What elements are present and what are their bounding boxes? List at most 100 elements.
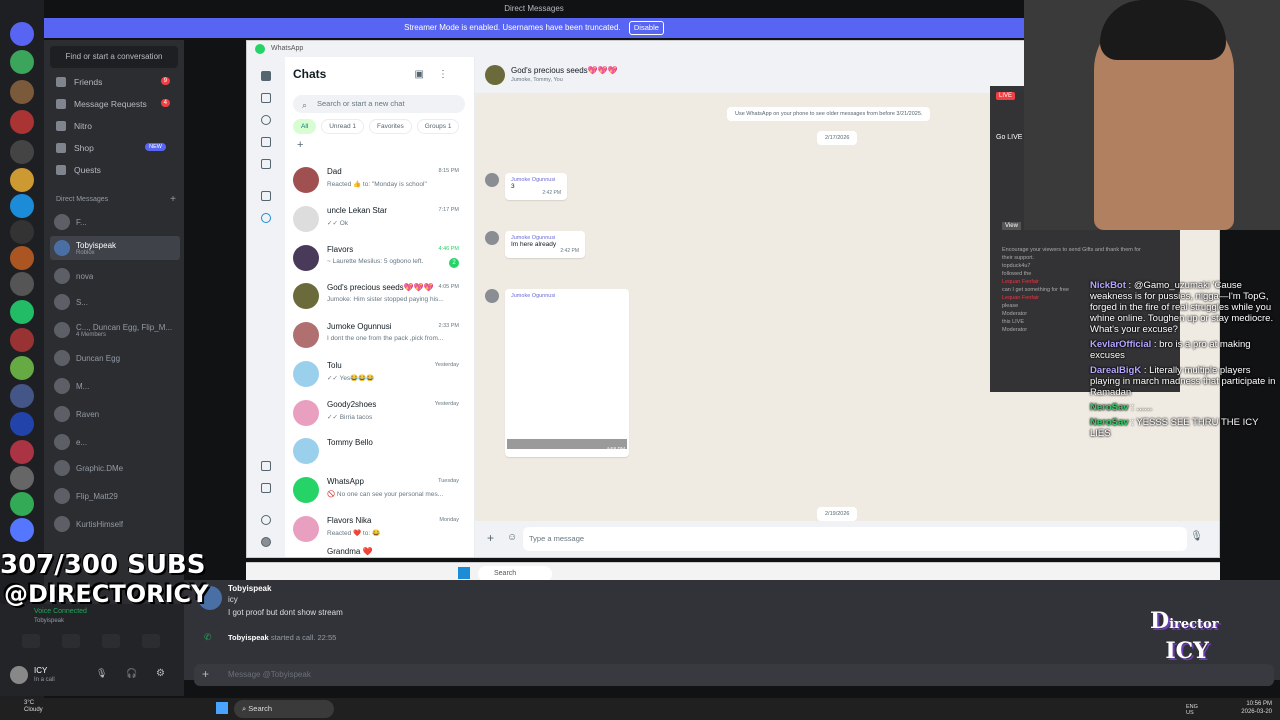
chat-row[interactable]: Grandma ❤️ bbox=[285, 547, 475, 557]
server-icon[interactable] bbox=[10, 384, 34, 408]
menu-icon[interactable]: ⋮ bbox=[438, 69, 462, 80]
chat-search-input[interactable]: ⌕ Search or start a new chat bbox=[293, 95, 465, 113]
dm-item[interactable]: Flip_Matt29 bbox=[50, 484, 180, 508]
add-attachment-icon[interactable]: + bbox=[202, 667, 209, 681]
soundboard-button[interactable] bbox=[142, 634, 160, 648]
headset-icon[interactable]: 🎧 bbox=[126, 668, 137, 679]
view-button[interactable]: View bbox=[1002, 222, 1021, 230]
nav-shop[interactable]: Shop NEW bbox=[50, 138, 180, 158]
server-icon[interactable] bbox=[10, 466, 34, 490]
chip-unread[interactable]: Unread 1 bbox=[321, 119, 364, 134]
chat-row[interactable]: uncle Lekan Star ✓✓ Ok 7:17 PM bbox=[285, 200, 475, 238]
server-icon[interactable] bbox=[10, 50, 34, 74]
dm-item[interactable]: Graphic.DMe bbox=[50, 456, 180, 480]
server-icon[interactable] bbox=[10, 80, 34, 104]
server-icon[interactable] bbox=[10, 140, 34, 164]
nav-quests[interactable]: Quests bbox=[50, 160, 180, 180]
call-user[interactable]: Tobyispeak bbox=[228, 633, 269, 642]
weather-widget[interactable]: 3°C Cloudy bbox=[24, 700, 43, 714]
mic-icon[interactable]: 🎙 bbox=[1190, 531, 1203, 542]
avatar bbox=[485, 173, 499, 187]
server-icon[interactable] bbox=[10, 328, 34, 352]
dm-item-selected[interactable]: Tobyispeak Roblox bbox=[50, 236, 180, 260]
activity-button[interactable] bbox=[102, 634, 120, 648]
dm-item[interactable]: e... bbox=[50, 430, 180, 454]
add-filter-icon[interactable]: + bbox=[297, 139, 303, 151]
nav-friends[interactable]: Friends 9 bbox=[50, 72, 180, 92]
dm-item[interactable]: C..., Duncan Egg, Flip_M... 4 Members bbox=[50, 318, 180, 342]
server-icon[interactable] bbox=[10, 518, 34, 542]
dm-item[interactable]: nova bbox=[50, 264, 180, 288]
chat-row[interactable]: Tommy Bello bbox=[285, 432, 475, 470]
message-input[interactable]: + Message @Tobyispeak bbox=[194, 664, 1274, 686]
dm-item[interactable]: S... bbox=[50, 290, 180, 314]
find-conversation-input[interactable]: Find or start a conversation bbox=[50, 46, 178, 68]
dm-item[interactable]: Raven bbox=[50, 402, 180, 426]
dm-item[interactable]: M... bbox=[50, 374, 180, 398]
video-button[interactable] bbox=[22, 634, 40, 648]
chat-row[interactable]: God's precious seeds💖💖💖 Jumoke: Him siste… bbox=[285, 277, 475, 315]
chat-row[interactable]: Jumoke Ogunnusi I dont the one from the p… bbox=[285, 316, 475, 354]
dm-item[interactable]: KurtisHimself bbox=[50, 512, 180, 536]
media-message-bubble[interactable]: Jumoke Ogunnusi 4:58 PM bbox=[505, 289, 629, 457]
server-icon[interactable] bbox=[10, 110, 34, 134]
discord-home-icon[interactable] bbox=[10, 22, 34, 46]
nav-message-requests[interactable]: Message Requests 4 bbox=[50, 94, 180, 114]
taskbar-lang[interactable]: ENG US bbox=[1186, 704, 1204, 716]
server-icon[interactable] bbox=[10, 194, 34, 218]
nav-nitro[interactable]: Nitro bbox=[50, 116, 180, 136]
chip-groups[interactable]: Groups 1 bbox=[416, 119, 460, 134]
dm-item[interactable]: F... bbox=[50, 210, 180, 234]
go-live-label[interactable]: Go LIVE bbox=[996, 134, 1022, 141]
server-icon[interactable] bbox=[10, 272, 34, 296]
taskbar-search[interactable]: ⌕ Search bbox=[234, 700, 334, 718]
meta-ai-icon[interactable] bbox=[261, 213, 271, 223]
chats-icon[interactable] bbox=[261, 71, 271, 81]
chat-user: NeroSav bbox=[1090, 417, 1129, 428]
server-icon[interactable] bbox=[10, 356, 34, 380]
message-input[interactable]: Type a message bbox=[523, 527, 1187, 551]
chat-row[interactable]: Goody2shoes ✓✓ Birria tacos Yesterday bbox=[285, 394, 475, 432]
windows-start-icon[interactable] bbox=[458, 567, 470, 579]
chip-all[interactable]: All bbox=[293, 119, 317, 134]
chip-favorites[interactable]: Favorites bbox=[368, 119, 412, 134]
chat-row[interactable]: Flavors ~ Laurette Mesilus: 5 ogbono left… bbox=[285, 239, 475, 277]
attach-icon[interactable]: + bbox=[487, 531, 494, 545]
communities-icon[interactable] bbox=[261, 159, 271, 169]
server-icon[interactable] bbox=[10, 492, 34, 516]
user-avatar[interactable] bbox=[10, 666, 28, 684]
chat-row[interactable]: Flavors Nika Reacted ❤️ to: 😂 Monday bbox=[285, 510, 475, 548]
server-icon[interactable] bbox=[10, 412, 34, 436]
server-icon[interactable] bbox=[10, 440, 34, 464]
screenshare-button[interactable] bbox=[62, 634, 80, 648]
new-chat-icon[interactable]: ▣ bbox=[415, 69, 438, 80]
mic-icon[interactable]: 🎙 bbox=[96, 668, 107, 679]
profile-avatar[interactable] bbox=[261, 537, 271, 547]
chat-preview: I dont the one from the pack ,pick from.… bbox=[327, 335, 444, 342]
add-dm-icon[interactable]: + bbox=[170, 194, 176, 205]
chat-row[interactable]: Tolu ✓✓ Yes😂😂😂 Yesterday bbox=[285, 355, 475, 393]
chat-name: Flavors Nika bbox=[327, 516, 372, 525]
gear-icon[interactable]: ⚙ bbox=[156, 668, 165, 679]
taskbar-clock[interactable]: 10:56 PM 2026-03-20 bbox=[1212, 700, 1272, 716]
user-status: In a call bbox=[34, 677, 55, 683]
server-icon[interactable] bbox=[10, 220, 34, 244]
server-icon[interactable] bbox=[10, 300, 34, 324]
chat-row[interactable]: Dad Reacted 👍 to: "Monday is school" 8:15 … bbox=[285, 161, 475, 199]
channels-icon[interactable] bbox=[261, 137, 271, 147]
calls-icon[interactable] bbox=[261, 93, 271, 103]
server-icon[interactable] bbox=[10, 168, 34, 192]
settings-icon[interactable] bbox=[261, 515, 271, 525]
windows-start-icon[interactable] bbox=[216, 702, 228, 714]
filter-chips: All Unread 1 Favorites Groups 1 bbox=[293, 119, 460, 134]
message-author[interactable]: Tobyispeak bbox=[228, 584, 271, 593]
dm-item[interactable]: Duncan Egg bbox=[50, 346, 180, 370]
sticker-icon[interactable]: ☺ bbox=[507, 532, 517, 543]
media-icon[interactable] bbox=[261, 461, 271, 471]
gallery-icon[interactable] bbox=[261, 483, 271, 493]
disable-streamer-button[interactable]: Disable bbox=[628, 21, 664, 35]
chat-row[interactable]: WhatsApp 🚫 No one can see your personal m… bbox=[285, 471, 475, 509]
archive-icon[interactable] bbox=[261, 191, 271, 201]
server-icon[interactable] bbox=[10, 246, 34, 270]
status-icon[interactable] bbox=[261, 115, 271, 125]
